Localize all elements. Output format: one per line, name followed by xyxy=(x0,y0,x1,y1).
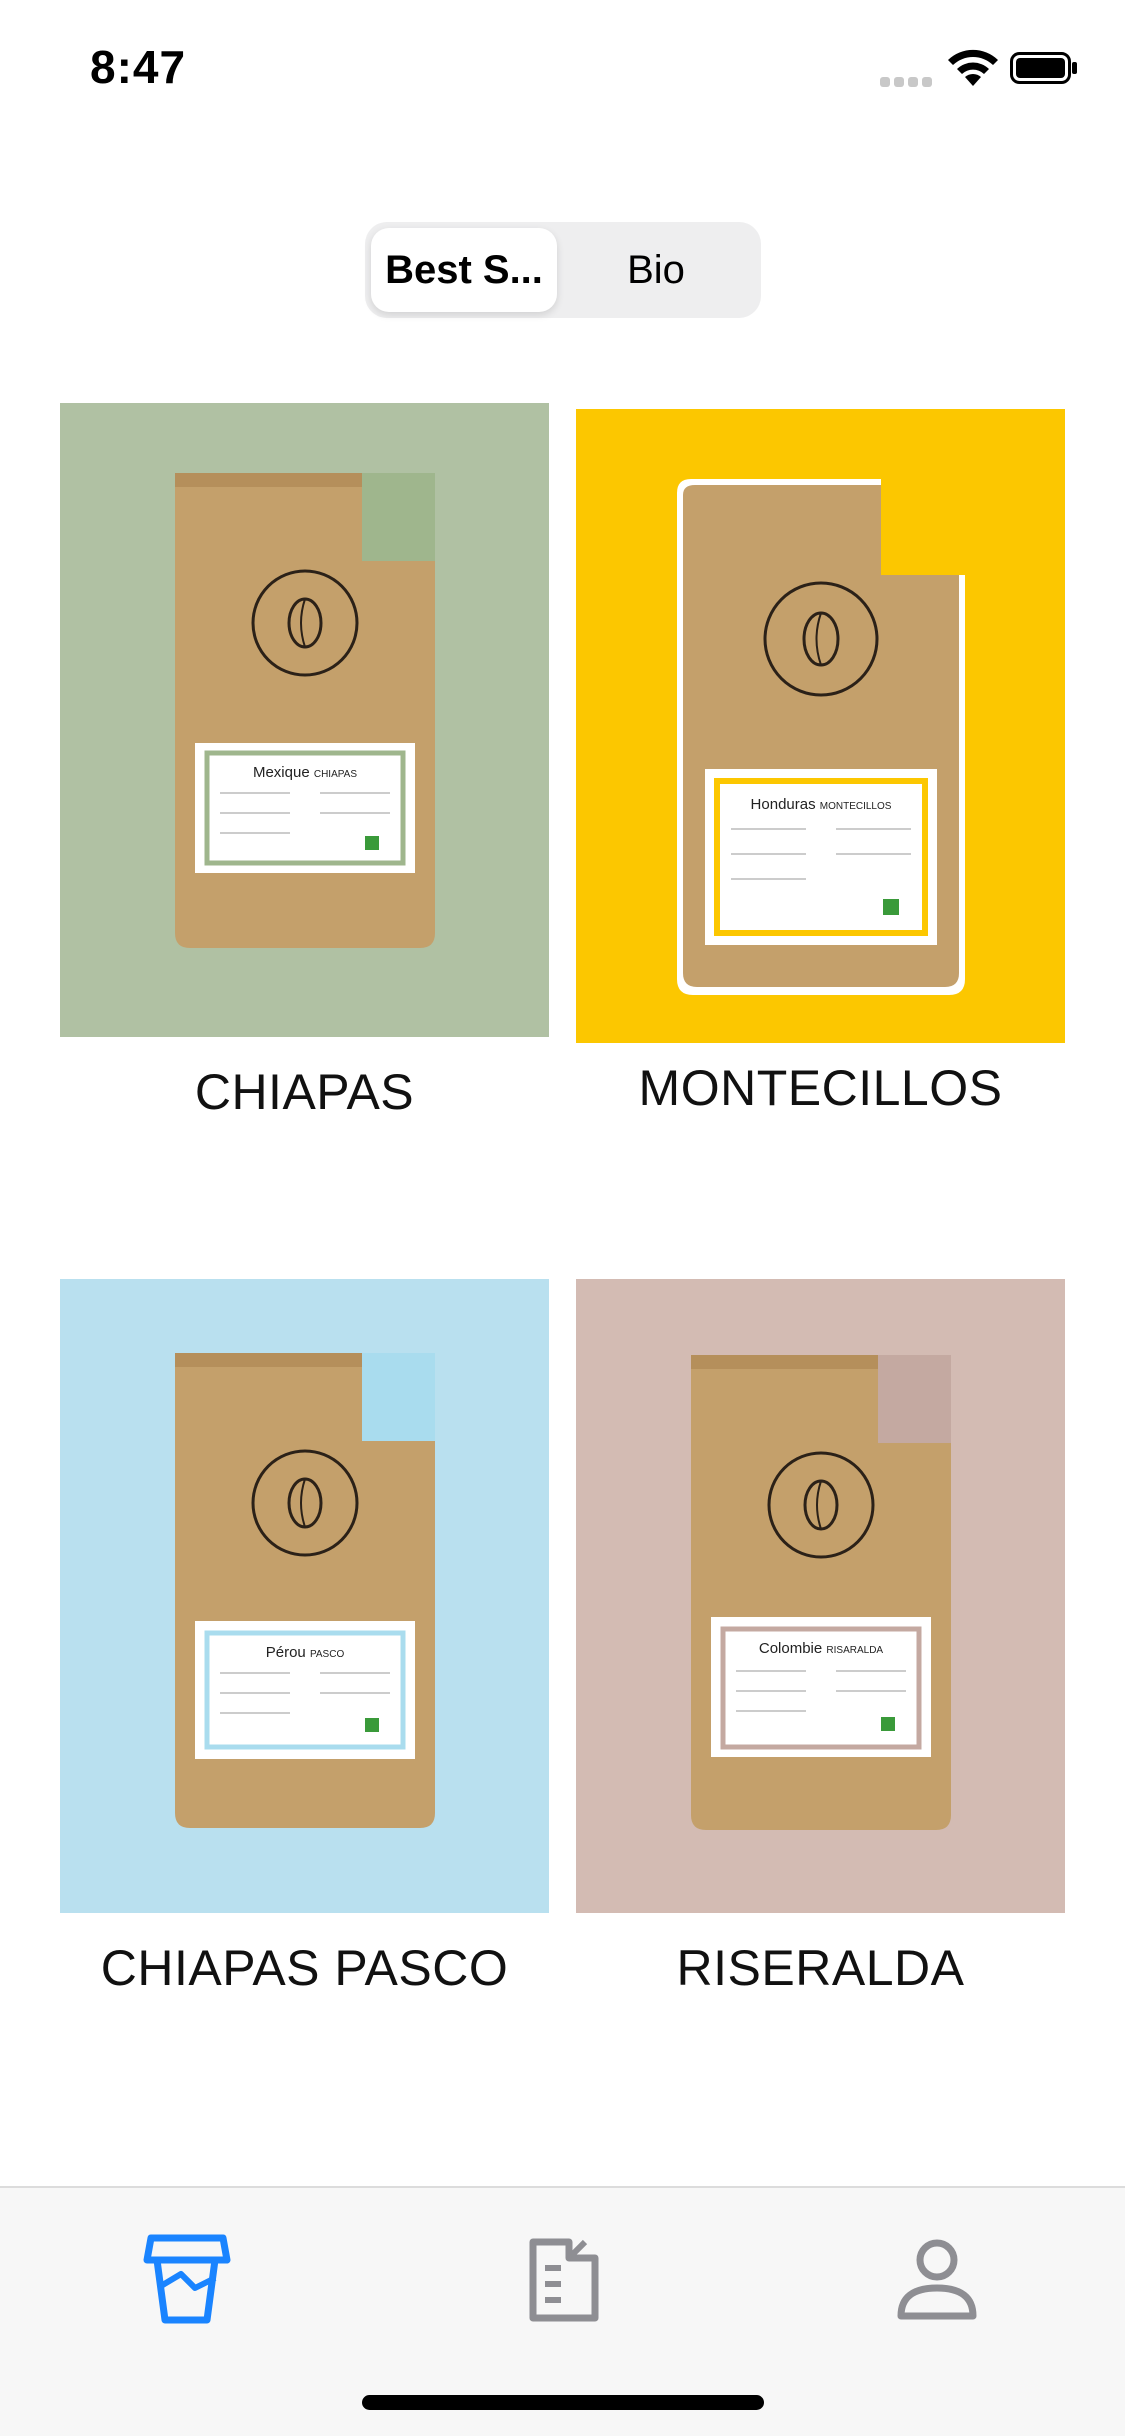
order-list-icon[interactable] xyxy=(513,2228,613,2328)
product-image: Honduras MONTECILLOS xyxy=(576,409,1065,1043)
coffee-bag-image: Colombie RISARALDA xyxy=(690,1355,951,1830)
product-card-chiapas-pasco[interactable]: Pérou PASCO CHIAPAS PASCO xyxy=(60,1279,549,1999)
product-image: Mexique CHIAPAS xyxy=(60,403,549,1037)
product-name: MONTECILLOS xyxy=(638,1060,1003,1116)
coffee-cup-icon[interactable] xyxy=(137,2228,237,2328)
category-segmented-control[interactable]: Best S... Bio xyxy=(365,222,761,318)
segment-best-sellers[interactable]: Best S... xyxy=(371,228,557,312)
product-name: CHIAPAS PASCO xyxy=(100,1940,509,1996)
product-image: Pérou PASCO xyxy=(60,1279,549,1913)
battery-icon xyxy=(1010,52,1077,84)
product-card-riseralda[interactable]: Colombie RISARALDA RISERALDA xyxy=(576,1279,1065,1999)
coffee-bag-image: Mexique CHIAPAS xyxy=(174,473,435,948)
product-name: CHIAPAS xyxy=(194,1064,415,1120)
status-bar: 8:47 xyxy=(0,0,1125,140)
product-card-chiapas[interactable]: Mexique CHIAPAS CHIAPAS xyxy=(60,403,549,1123)
product-image: Colombie RISARALDA xyxy=(576,1279,1065,1913)
wifi-icon xyxy=(948,49,998,86)
status-time: 8:47 xyxy=(90,41,187,93)
product-card-montecillos[interactable]: Honduras MONTECILLOS MONTECILLOS xyxy=(576,409,1065,1123)
product-name: RISERALDA xyxy=(676,1940,965,1996)
coffee-bag-image: Pérou PASCO xyxy=(174,1353,435,1828)
profile-icon[interactable] xyxy=(887,2228,987,2328)
segment-bio[interactable]: Bio xyxy=(563,228,749,312)
cellular-signal-icon xyxy=(880,73,934,87)
home-indicator xyxy=(362,2395,764,2410)
coffee-bag-image: Honduras MONTECILLOS xyxy=(676,479,965,995)
